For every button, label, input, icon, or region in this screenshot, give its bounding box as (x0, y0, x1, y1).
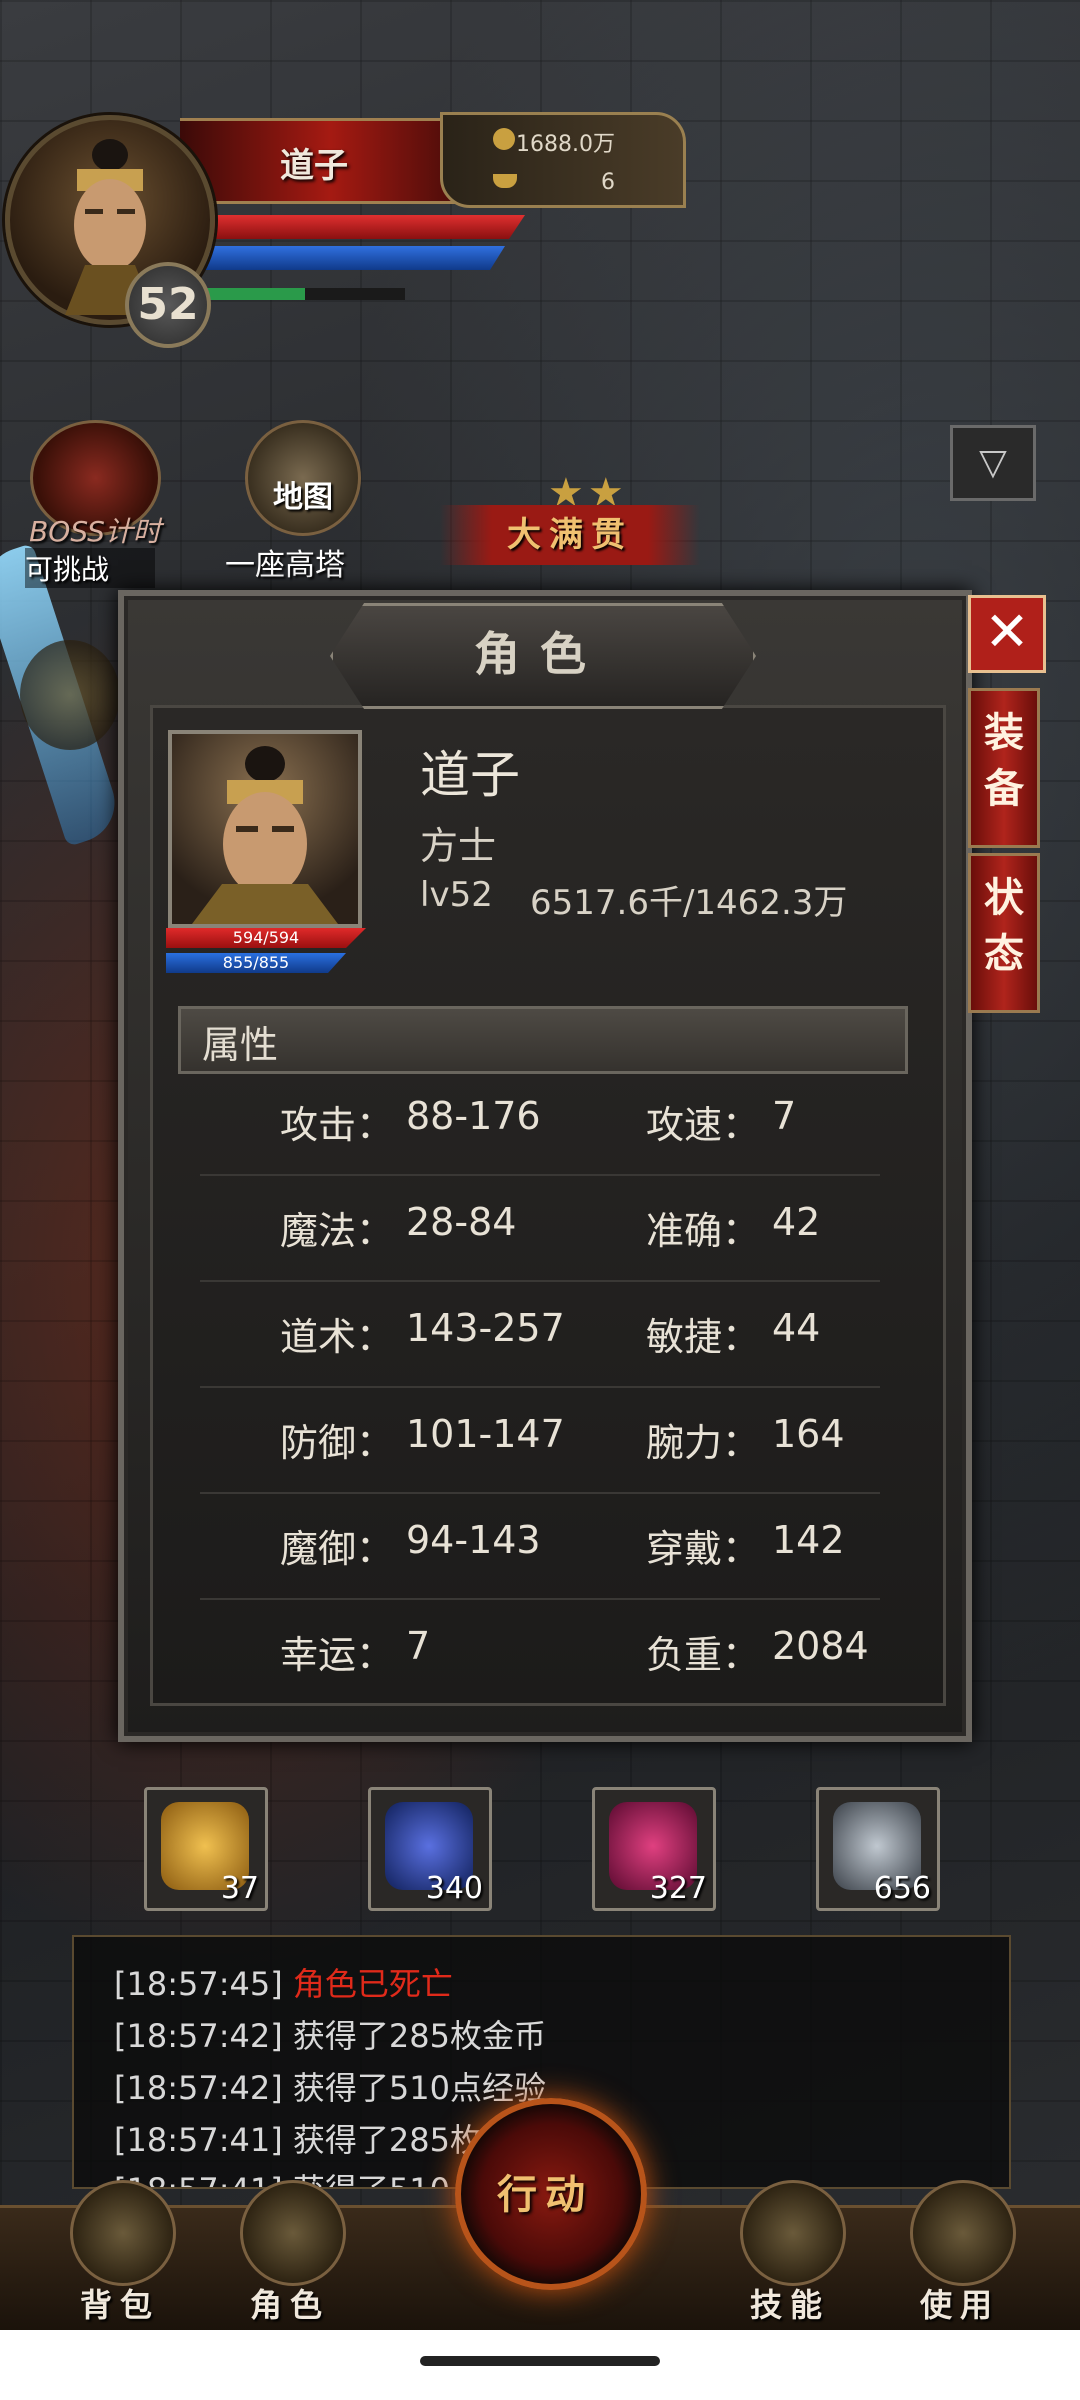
character-portrait (168, 730, 362, 928)
stat-row: 幸运： 7 负重： 2084 (200, 1598, 880, 1704)
map-location: 一座高塔 (225, 548, 345, 583)
log-time: [18:57:42] (114, 2017, 283, 2055)
log-time: [18:57:42] (114, 2069, 283, 2107)
bag-button[interactable]: 背包 (55, 2180, 185, 2330)
boss-timer-status: 可挑战 (25, 548, 155, 588)
character-hp-bar: 594/594 (166, 928, 366, 948)
map-button[interactable]: 地图 (245, 420, 361, 536)
stat-value: 94-143 (406, 1518, 541, 1562)
player-mp-bar (205, 246, 505, 270)
stat-value: 7 (772, 1094, 797, 1138)
stat-label: 腕力： (646, 1421, 761, 1465)
stat-label: 幸运： (280, 1633, 395, 1677)
use-icon (910, 2180, 1016, 2286)
stat-value: 42 (772, 1200, 821, 1244)
stat-label: 魔法： (280, 1209, 395, 1253)
character-name: 道子 (420, 746, 520, 804)
item-count: 37 (220, 1871, 259, 1906)
stat-value: 164 (772, 1412, 845, 1456)
log-text: 获得了285枚 (292, 2121, 482, 2159)
close-button[interactable]: ✕ (968, 595, 1046, 673)
grandslam-button[interactable]: 大满贯 (440, 505, 700, 565)
item-count: 340 (425, 1871, 483, 1906)
gold-coin-icon (493, 128, 515, 150)
stat-label: 道术： (280, 1315, 395, 1359)
tab-equipment[interactable]: 装备 (968, 688, 1040, 848)
player-name: 道子 (280, 146, 348, 186)
player-level-badge: 52 (125, 262, 211, 348)
item-slot-blue-potion[interactable]: 340 (368, 1787, 492, 1911)
item-slot-gray-ore[interactable]: 656 (816, 1787, 940, 1911)
stat-value: 143-257 (406, 1306, 565, 1350)
skills-button[interactable]: 技能 (725, 2180, 855, 2330)
stat-value: 142 (772, 1518, 845, 1562)
attributes-header (178, 1006, 908, 1074)
log-time: [18:57:45] (114, 1965, 283, 2003)
boss-timer-label[interactable]: BOSS计时 (10, 510, 180, 550)
stat-value: 7 (406, 1624, 431, 1668)
gold-amount: 1688.0万 (516, 132, 615, 157)
log-time: [18:57:41] (114, 2121, 283, 2159)
log-line: [18:57:42] 获得了285枚金币 (114, 2011, 546, 2057)
character-icon (240, 2180, 346, 2286)
log-line: [18:57:45] 角色已死亡 (114, 1959, 453, 2005)
stat-value: 88-176 (406, 1094, 541, 1138)
action-label[interactable]: 行动 (455, 2162, 635, 2220)
ingot-amount: 6 (601, 170, 615, 195)
character-mp-bar: 855/855 (166, 953, 346, 973)
stat-row: 防御： 101-147 腕力： 164 (200, 1386, 880, 1494)
stat-value: 44 (772, 1306, 821, 1350)
item-count: 327 (649, 1871, 707, 1906)
character-label: 角色 (249, 2286, 330, 2324)
stat-label: 魔御： (280, 1527, 395, 1571)
stat-value: 101-147 (406, 1412, 565, 1456)
stat-label: 准确： (646, 1209, 761, 1253)
stat-label: 负重： (646, 1633, 761, 1677)
stat-value: 28-84 (406, 1200, 517, 1244)
log-text: 角色已死亡 (292, 1965, 453, 2003)
stat-label: 防御： (280, 1421, 395, 1465)
use-button[interactable]: 使用 (895, 2180, 1025, 2330)
bag-icon (70, 2180, 176, 2286)
home-gesture-bar[interactable] (420, 2356, 660, 2366)
log-text: 获得了510点经验 (292, 2069, 546, 2107)
stat-row: 攻击： 88-176 攻速： 7 (200, 1068, 880, 1176)
character-button[interactable]: 角色 (225, 2180, 355, 2330)
item-slot-gold-potion[interactable]: 37 (144, 1787, 268, 1911)
player-hp-bar (205, 215, 525, 239)
player-exp-fill (205, 288, 305, 300)
bag-label: 背包 (79, 2286, 160, 2324)
tab-status[interactable]: 状态 (968, 853, 1040, 1013)
stat-row: 魔御： 94-143 穿戴： 142 (200, 1492, 880, 1600)
item-count: 656 (873, 1871, 931, 1906)
stat-label: 攻击： (280, 1103, 395, 1147)
panel-title: 角色 (474, 627, 606, 681)
log-text: 获得了285枚金币 (292, 2017, 546, 2055)
dragon-event-icon[interactable] (20, 640, 120, 750)
stat-label: 敏捷： (646, 1315, 761, 1359)
log-line: [18:57:41] 获得了285枚 (114, 2115, 482, 2161)
log-line: [18:57:42] 获得了510点经验 (114, 2063, 546, 2109)
character-portrait-icon (192, 746, 338, 924)
stat-label: 攻速： (646, 1103, 761, 1147)
use-label: 使用 (919, 2286, 1000, 2324)
stat-row: 道术： 143-257 敏捷： 44 (200, 1280, 880, 1388)
character-class: 方士 (420, 824, 497, 868)
character-level: lv52 (420, 875, 493, 915)
skills-icon (740, 2180, 846, 2286)
stat-value: 2084 (772, 1624, 869, 1668)
stat-label: 穿戴： (646, 1527, 761, 1571)
skills-label: 技能 (749, 2286, 830, 2324)
collapse-chevron-icon[interactable]: ▽ (950, 425, 1036, 501)
stat-row: 魔法： 28-84 准确： 42 (200, 1174, 880, 1282)
attributes-title: 属性 (202, 1023, 279, 1067)
character-exp: 6517.6千/1462.3万 (530, 883, 848, 923)
map-label: 地图 (273, 480, 333, 515)
item-slot-red-scroll[interactable]: 327 (592, 1787, 716, 1911)
